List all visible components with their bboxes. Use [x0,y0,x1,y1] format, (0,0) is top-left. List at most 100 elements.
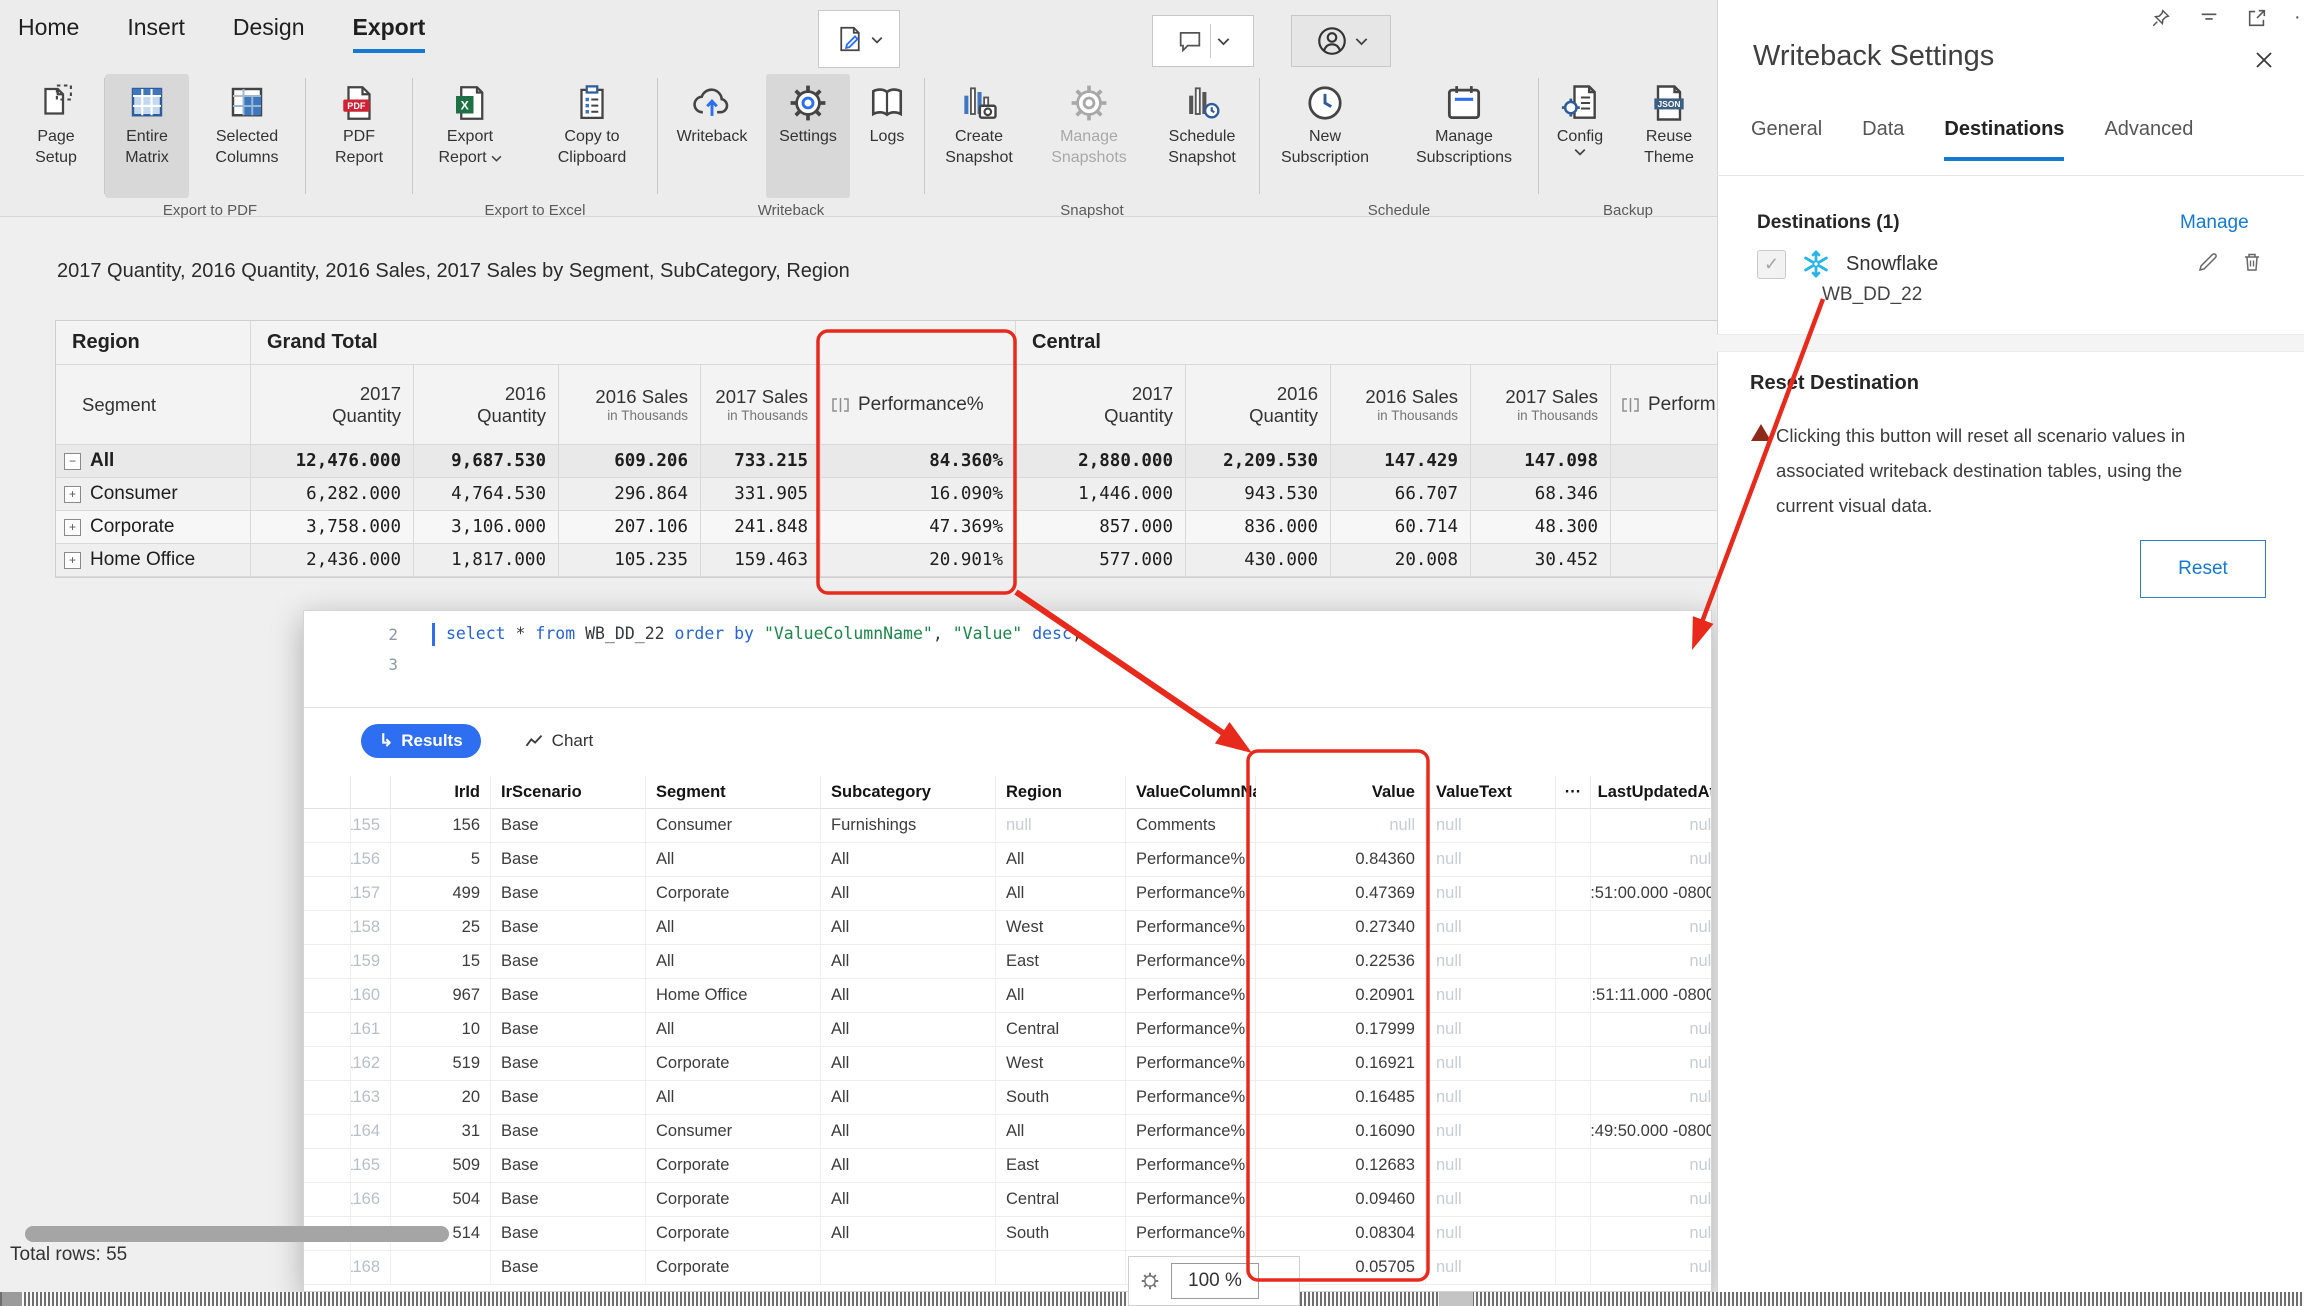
results-cell[interactable]: 509 [391,1149,491,1183]
results-cell[interactable]: null [1426,1081,1556,1115]
results-cell[interactable]: Performance% [1126,1217,1256,1251]
results-column-header[interactable]: ··· [1556,776,1591,809]
results-cell[interactable]: Home Office [646,979,821,1013]
matrix-cell[interactable]: 2,436.000 [251,544,414,577]
results-cell[interactable]: All [821,1047,996,1081]
results-cell[interactable] [1556,1149,1591,1183]
results-cell[interactable]: All [646,1013,821,1047]
results-cell[interactable]: West [996,911,1126,945]
results-column-header[interactable]: Value [1256,776,1426,809]
results-column-header[interactable]: ValueColumnName [1126,776,1256,809]
results-column-header[interactable]: LastUpdatedAt [1591,776,1712,809]
results-cell[interactable]: null [1426,843,1556,877]
results-cell[interactable]: 0.17999 [1256,1013,1426,1047]
results-cell[interactable] [1556,979,1591,1013]
edit-mode-dropdown[interactable] [818,10,900,68]
results-cell[interactable]: null [1591,1217,1712,1251]
destination-row[interactable]: ✓ Snowflake [1757,248,1938,280]
reset-button[interactable]: Reset [2140,540,2266,598]
expand-toggle-icon[interactable]: + [64,552,81,569]
results-cell[interactable] [1556,1217,1591,1251]
matrix-cell[interactable]: 147.429 [1331,445,1471,478]
matrix-column-header[interactable]: 2017Quantity [1016,365,1186,445]
results-cell[interactable]: Corporate [646,1217,821,1251]
matrix-cell[interactable]: 84.360% [821,445,1016,478]
matrix-cell[interactable]: 430.000 [1186,544,1331,577]
results-row-number[interactable]: 1168 [351,1251,391,1285]
results-column-header[interactable]: IrId [391,776,491,809]
results-cell[interactable]: Base [491,945,646,979]
selected-columns-button[interactable]: Selected Columns [189,74,305,198]
results-cell[interactable]: null [1426,809,1556,843]
results-cell[interactable]: All [821,1183,996,1217]
results-cell[interactable]: Corporate [646,1251,821,1285]
close-icon[interactable] [2252,48,2276,72]
results-cell[interactable]: null [1426,1251,1556,1285]
results-cell[interactable] [391,1251,491,1285]
matrix-cell[interactable] [1611,445,1719,478]
results-cell[interactable]: 0.16485 [1256,1081,1426,1115]
results-cell[interactable]: Performance% [1126,843,1256,877]
destination-checkbox[interactable]: ✓ [1757,250,1786,279]
results-row-number[interactable]: 1163 [351,1081,391,1115]
results-cell[interactable]: 0.09460 [1256,1183,1426,1217]
matrix-column-header[interactable]: 2016 Salesin Thousands [1331,365,1471,445]
results-cell[interactable]: null [1426,1183,1556,1217]
copy-to-clipboard-button[interactable]: Copy to Clipboard [527,74,657,198]
results-cell[interactable]: null [1426,1047,1556,1081]
results-cell[interactable]: null [1591,1047,1712,1081]
results-cell[interactable]: 15 [391,945,491,979]
bottom-scrollbar-thumb[interactable] [1439,1292,1473,1306]
results-cell[interactable]: Base [491,1115,646,1149]
tab-data[interactable]: Data [1862,118,1904,161]
logs-button[interactable]: Logs [850,74,924,198]
results-cell[interactable]: 12:51:00.000 -0800 [1591,877,1712,911]
results-cell[interactable]: 156 [391,809,491,843]
results-column-header[interactable]: IrScenario [491,776,646,809]
matrix-column-header[interactable]: 2017 Salesin Thousands [1471,365,1611,445]
results-cell[interactable]: 25 [391,911,491,945]
popout-icon[interactable] [2246,7,2268,29]
results-cell[interactable]: All [646,1081,821,1115]
results-cell[interactable]: 31 [391,1115,491,1149]
horizontal-scrollbar-thumb[interactable] [25,1226,449,1242]
results-cell[interactable]: null [1591,1149,1712,1183]
zoom-level[interactable]: 100 % [1171,1263,1259,1299]
matrix-cell[interactable]: 66.707 [1331,478,1471,511]
results-cell[interactable]: 504 [391,1183,491,1217]
pin-icon[interactable] [2150,7,2172,29]
results-cell[interactable]: East [996,945,1126,979]
results-cell[interactable] [821,1251,996,1285]
results-cell[interactable]: Performance% [1126,1149,1256,1183]
results-cell[interactable]: null [1426,877,1556,911]
results-cell[interactable]: All [996,843,1126,877]
matrix-cell[interactable]: 577.000 [1016,544,1186,577]
results-cell[interactable]: All [821,843,996,877]
results-cell[interactable]: Performance% [1126,1013,1256,1047]
matrix-row-label[interactable]: +Corporate [56,511,251,544]
matrix-cell[interactable]: 48.300 [1471,511,1611,544]
results-column-header[interactable]: ValueText [1426,776,1556,809]
results-row-number[interactable]: 1160 [351,979,391,1013]
matrix-cell[interactable]: 609.206 [559,445,701,478]
writeback-button[interactable]: Writeback [658,74,766,198]
matrix-cell[interactable]: 159.463 [701,544,821,577]
results-cell[interactable]: Base [491,979,646,1013]
results-cell[interactable]: All [821,1081,996,1115]
matrix-column-header[interactable]: 2016Quantity [1186,365,1331,445]
results-row-number[interactable]: 1166 [351,1183,391,1217]
results-cell[interactable]: null [1426,1013,1556,1047]
results-column-header[interactable]: Subcategory [821,776,996,809]
expand-toggle-icon[interactable]: + [64,486,81,503]
matrix-cell[interactable]: 105.235 [559,544,701,577]
results-cell[interactable]: East [996,1149,1126,1183]
results-cell[interactable]: All [646,945,821,979]
edit-icon[interactable] [2196,250,2220,274]
matrix-row-label[interactable]: +Consumer [56,478,251,511]
matrix-column-header[interactable]: 2017 Salesin Thousands [701,365,821,445]
tab-home[interactable]: Home [18,14,79,53]
results-cell[interactable]: All [996,1115,1126,1149]
results-row-number[interactable]: 1158 [351,911,391,945]
results-row-number[interactable]: 1161 [351,1013,391,1047]
entire-matrix-button[interactable]: Entire Matrix [105,74,189,198]
